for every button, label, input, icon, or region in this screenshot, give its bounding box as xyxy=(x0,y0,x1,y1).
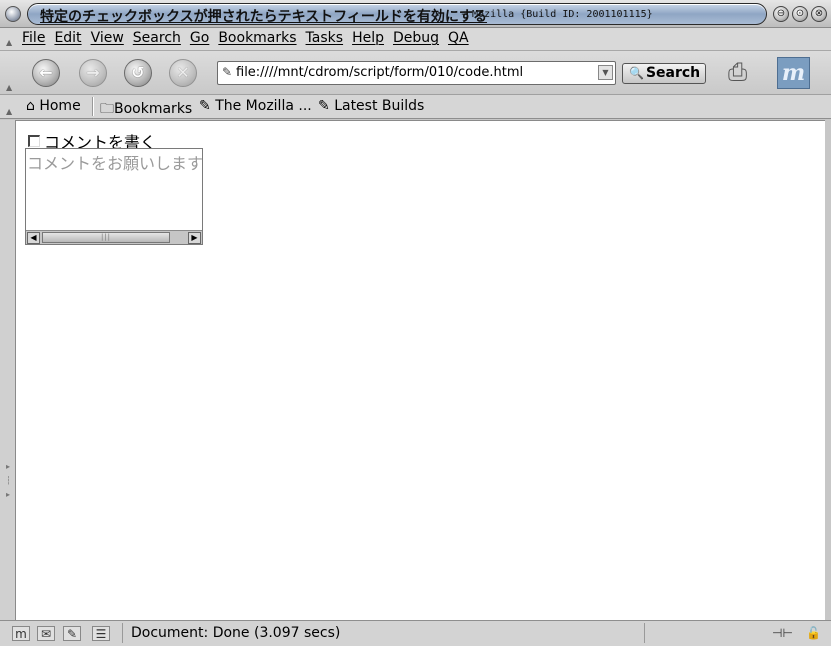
sidebar-grip-icon[interactable]: ▸ ┆ ▸ xyxy=(6,460,11,502)
bookmarks-label: Bookmarks xyxy=(114,101,193,117)
home-label: Home xyxy=(39,98,81,114)
print-icon[interactable]: ⎙ xyxy=(728,58,768,88)
bookmark-icon: ✎ xyxy=(318,98,330,114)
window-menu-icon[interactable] xyxy=(5,6,21,22)
search-button-label: Search xyxy=(645,65,701,81)
horizontal-scrollbar[interactable]: ◀ ||| ▶ xyxy=(26,230,202,244)
folder-icon: 🗀 xyxy=(100,101,114,117)
back-button[interactable]: ← xyxy=(32,59,60,87)
online-status-icon[interactable]: ⊣⊢ xyxy=(772,626,793,640)
title-pill: 特定のチェックボックスが押されたらテキストフィールドを有効にする - Mozil… xyxy=(27,3,767,25)
back-arrow-icon: ← xyxy=(39,63,53,82)
comment-textarea[interactable]: コメントをお願いします ◀ ||| ▶ xyxy=(25,148,203,245)
address-book-icon[interactable]: ☰ xyxy=(92,626,110,641)
navigator-icon[interactable]: m xyxy=(12,626,30,641)
stop-button[interactable]: ✕ xyxy=(169,59,197,87)
page-proxy-icon[interactable]: ✎ xyxy=(222,65,232,79)
menu-bookmarks[interactable]: Bookmarks xyxy=(218,30,301,46)
menu-file[interactable]: File xyxy=(22,30,50,46)
sidebar-gutter[interactable]: ▸ ┆ ▸ xyxy=(0,120,15,620)
composer-icon[interactable]: ✎ xyxy=(63,626,81,641)
menu-bar: ▲ File Edit View Search Go Bookmarks Tas… xyxy=(0,28,831,51)
menu-edit[interactable]: Edit xyxy=(54,30,86,46)
toolbar-grip-icon[interactable]: ▲ xyxy=(6,38,14,47)
page-content: コメントを書く コメントをお願いします ◀ ||| ▶ xyxy=(15,120,825,620)
comment-checkbox[interactable] xyxy=(28,135,40,147)
scroll-right-icon[interactable]: ▶ xyxy=(188,232,201,244)
window-subtitle: - Mozilla {Build ID: 2001101115} xyxy=(460,9,653,20)
scroll-thumb[interactable]: ||| xyxy=(42,232,170,243)
reload-button[interactable]: ↺ xyxy=(124,59,152,87)
menu-qa[interactable]: QA xyxy=(448,30,474,46)
bookmark-icon: ✎ xyxy=(199,98,211,114)
comment-textarea-placeholder: コメントをお願いします xyxy=(27,154,203,173)
url-dropdown-icon[interactable]: ▼ xyxy=(598,65,613,80)
search-icon: 🔍 xyxy=(629,66,644,80)
toolbar-separator xyxy=(92,97,94,116)
forward-button[interactable]: → xyxy=(79,59,107,87)
title-bar: 特定のチェックボックスが押されたらテキストフィールドを有効にする - Mozil… xyxy=(0,0,831,28)
status-text: Document: Done (3.097 secs) xyxy=(122,623,644,643)
stop-icon: ✕ xyxy=(176,63,190,82)
mozilla-logo-icon[interactable]: m xyxy=(777,57,810,89)
home-icon: ⌂ xyxy=(26,98,35,114)
menu-search[interactable]: Search xyxy=(133,30,186,46)
url-input[interactable]: file:////mnt/cdrom/script/form/010/code.… xyxy=(236,65,523,80)
status-progress-panel xyxy=(644,623,764,643)
bookmarks-button[interactable]: 🗀Bookmarks xyxy=(100,98,192,122)
forward-arrow-icon: → xyxy=(86,63,100,82)
close-button[interactable]: ⊗ xyxy=(811,6,827,22)
window-title: 特定のチェックボックスが押されたらテキストフィールドを有効にする xyxy=(40,9,488,25)
bookmark-link-latest-builds[interactable]: ✎ Latest Builds xyxy=(318,98,424,114)
toolbar-grip-icon[interactable]: ▲ xyxy=(6,107,14,116)
status-bar: m ✉ ✎ ☰ Document: Done (3.097 secs) ⊣⊢ 🔓 xyxy=(0,620,831,646)
personal-toolbar: ▲ ⌂ Home 🗀Bookmarks ✎ The Mozilla ... ✎ … xyxy=(0,95,831,119)
home-button[interactable]: ⌂ Home xyxy=(26,98,81,114)
menu-help[interactable]: Help xyxy=(352,30,389,46)
menu-debug[interactable]: Debug xyxy=(393,30,444,46)
bookmark-link-label: Latest Builds xyxy=(334,98,425,114)
search-button[interactable]: 🔍 Search xyxy=(622,63,706,84)
security-lock-icon: 🔓 xyxy=(806,626,821,640)
menu-tasks[interactable]: Tasks xyxy=(306,30,349,46)
navigation-toolbar: ▲ ← → ↺ ✕ ✎ file:////mnt/cdrom/script/fo… xyxy=(0,51,831,95)
mail-icon[interactable]: ✉ xyxy=(37,626,55,641)
scroll-left-icon[interactable]: ◀ xyxy=(27,232,40,244)
menu-go[interactable]: Go xyxy=(190,30,214,46)
bookmark-link-label: The Mozilla ... xyxy=(215,98,312,114)
reload-icon: ↺ xyxy=(131,63,145,82)
toolbar-grip-icon[interactable]: ▲ xyxy=(6,83,14,92)
minimize-button[interactable]: ⊖ xyxy=(773,6,789,22)
url-bar[interactable]: ✎ file:////mnt/cdrom/script/form/010/cod… xyxy=(217,61,616,85)
bookmark-link-mozilla[interactable]: ✎ The Mozilla ... xyxy=(199,98,312,114)
menu-view[interactable]: View xyxy=(91,30,129,46)
maximize-button[interactable]: ⊙ xyxy=(792,6,808,22)
